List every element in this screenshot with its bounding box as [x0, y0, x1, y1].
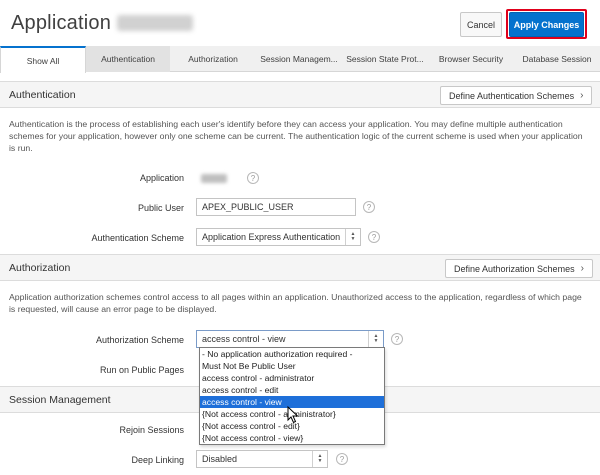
deep-linking-select[interactable]: Disabled ▲ ▼: [196, 450, 328, 468]
authorization-description: Application authorization schemes contro…: [9, 292, 582, 314]
help-icon[interactable]: ?: [363, 201, 375, 213]
authentication-description: Authentication is the process of establi…: [9, 119, 583, 153]
authentication-region-header: Authentication Define Authentication Sch…: [0, 81, 600, 108]
page-title: Application: [11, 12, 112, 34]
authorization-scheme-dropdown: - No application authorization required …: [199, 347, 385, 445]
help-icon[interactable]: ?: [391, 333, 403, 345]
chevron-right-icon: ›: [580, 263, 584, 274]
rejoin-sessions-label: Rejoin Sessions: [119, 425, 184, 435]
authorization-region-header: Authorization Define Authorization Schem…: [0, 254, 600, 281]
deep-linking-value: Disabled: [202, 454, 238, 464]
chevron-right-icon: ›: [580, 90, 584, 101]
authentication-scheme-select[interactable]: Application Express Authentication ▲ ▼: [196, 228, 361, 246]
help-icon[interactable]: ?: [247, 172, 259, 184]
tab-authorization[interactable]: Authorization: [170, 46, 256, 72]
authentication-scheme-label: Authentication Scheme: [91, 233, 184, 243]
public-user-input[interactable]: [196, 198, 356, 216]
session-management-title: Session Management: [9, 394, 111, 406]
section-tabs: Show All Authentication Authorization Se…: [0, 46, 600, 73]
page-header: Application Cancel Apply Changes: [0, 0, 600, 46]
cancel-button[interactable]: Cancel: [460, 12, 502, 37]
dropdown-option[interactable]: {Not access control - view}: [200, 432, 384, 444]
help-icon[interactable]: ?: [336, 453, 348, 465]
dropdown-option[interactable]: Must Not Be Public User: [200, 360, 384, 372]
dropdown-option[interactable]: access control - administrator: [200, 372, 384, 384]
application-value-redacted: [201, 174, 227, 183]
deep-linking-label: Deep Linking: [131, 455, 184, 465]
define-authentication-schemes-button[interactable]: Define Authentication Schemes ›: [440, 86, 593, 105]
dropdown-option[interactable]: - No application authorization required …: [200, 348, 384, 360]
application-label: Application: [139, 173, 184, 183]
apply-changes-button[interactable]: Apply Changes: [509, 12, 584, 37]
authorization-title: Authorization: [9, 262, 71, 274]
authentication-scheme-value: Application Express Authentication: [202, 232, 341, 242]
authorization-scheme-select[interactable]: access control - view ▲ ▼: [196, 330, 384, 348]
tab-session-state-protection[interactable]: Session State Prot...: [342, 46, 428, 72]
dropdown-option[interactable]: access control - edit: [200, 384, 384, 396]
tab-browser-security[interactable]: Browser Security: [428, 46, 514, 72]
application-id-redacted: [117, 15, 193, 31]
define-authorization-label: Define Authorization Schemes: [454, 263, 575, 274]
tab-database-session[interactable]: Database Session: [514, 46, 600, 72]
tab-session-management[interactable]: Session Managem...: [256, 46, 342, 72]
help-icon[interactable]: ?: [368, 231, 380, 243]
authentication-title: Authentication: [9, 89, 76, 101]
tab-show-all[interactable]: Show All: [0, 46, 86, 73]
tab-authentication[interactable]: Authentication: [86, 46, 170, 72]
select-arrows-icon: ▲ ▼: [368, 331, 383, 347]
mouse-pointer-icon: [287, 406, 299, 424]
define-authorization-schemes-button[interactable]: Define Authorization Schemes ›: [445, 259, 593, 278]
select-arrows-icon: ▲ ▼: [345, 229, 360, 245]
select-arrows-icon: ▲ ▼: [312, 451, 327, 467]
public-user-label: Public User: [137, 203, 184, 213]
run-on-public-pages-label: Run on Public Pages: [99, 365, 184, 375]
define-authentication-label: Define Authentication Schemes: [449, 90, 575, 101]
authorization-scheme-label: Authorization Scheme: [95, 335, 184, 345]
authorization-scheme-value: access control - view: [202, 334, 286, 344]
